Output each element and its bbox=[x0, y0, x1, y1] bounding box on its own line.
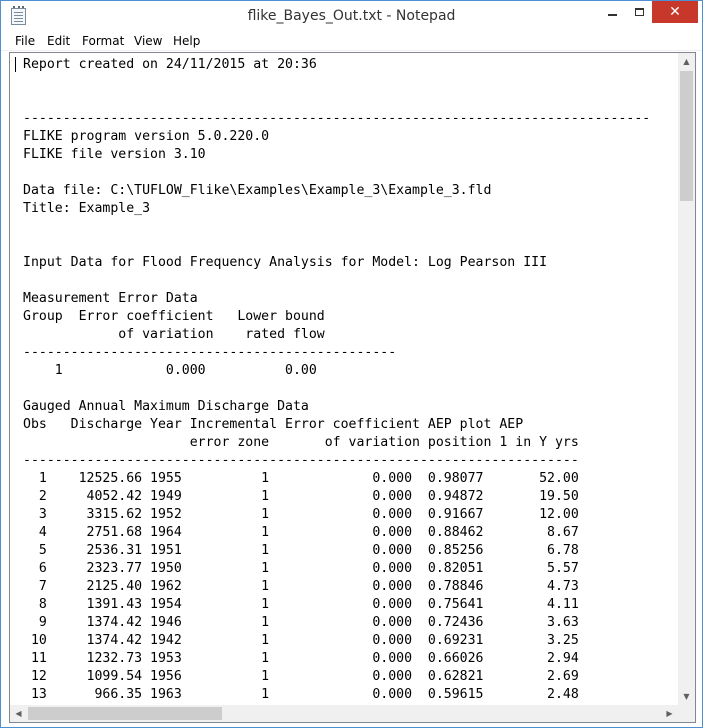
text-line: 3 3315.62 1952 1 0.000 0.91667 12.00 bbox=[23, 507, 579, 522]
text-line bbox=[23, 74, 678, 92]
menu-view[interactable]: View bbox=[134, 34, 162, 48]
horizontal-scroll-thumb[interactable] bbox=[28, 707, 222, 720]
maximize-button[interactable] bbox=[625, 1, 653, 23]
text-line: 9 1374.42 1946 1 0.000 0.72436 3.63 bbox=[23, 615, 579, 630]
menu-file[interactable]: File bbox=[15, 34, 35, 48]
scroll-up-icon[interactable]: ▲ bbox=[678, 53, 695, 70]
text-line: Group Error coefficient Lower bound bbox=[23, 309, 325, 324]
text-line: ----------------------------------------… bbox=[23, 453, 579, 468]
text-line: Title: Example_3 bbox=[23, 201, 151, 216]
text-line: Obs Discharge Year Incremental Error coe… bbox=[23, 417, 524, 432]
text-line: Measurement Error Data bbox=[23, 291, 198, 306]
notepad-window: flike_Bayes_Out.txt - Notepad ✕ File Edi… bbox=[0, 0, 703, 728]
text-line: of variation rated flow bbox=[23, 327, 325, 342]
menu-edit[interactable]: Edit bbox=[47, 34, 70, 48]
text-line bbox=[23, 380, 678, 398]
text-line bbox=[23, 164, 678, 182]
window-title: flike_Bayes_Out.txt - Notepad bbox=[247, 8, 456, 24]
text-line bbox=[23, 218, 678, 236]
text-line: 2 4052.42 1949 1 0.000 0.94872 19.50 bbox=[23, 489, 579, 504]
menu-format[interactable]: Format bbox=[82, 34, 124, 48]
text-line: Report created on 24/11/2015 at 20:36 bbox=[23, 57, 317, 72]
text-line: Input Data for Flood Frequency Analysis … bbox=[23, 255, 548, 270]
scroll-right-icon[interactable]: ▶ bbox=[661, 705, 678, 722]
menu-bar: File Edit Format View Help bbox=[1, 31, 702, 51]
scroll-down-icon[interactable]: ▼ bbox=[678, 688, 695, 705]
text-line: 6 2323.77 1950 1 0.000 0.82051 5.57 bbox=[23, 561, 579, 576]
text-line: error zone of variation position 1 in Y … bbox=[23, 435, 579, 450]
document-text[interactable]: Report created on 24/11/2015 at 20:36 ---… bbox=[10, 53, 678, 705]
text-line: Data file: C:\TUFLOW_Flike\Examples\Exam… bbox=[23, 183, 492, 198]
text-editor[interactable]: Report created on 24/11/2015 at 20:36 ---… bbox=[9, 52, 696, 723]
text-line bbox=[23, 272, 678, 290]
horizontal-scrollbar[interactable]: ◀ ▶ bbox=[10, 705, 678, 722]
text-line: 11 1232.73 1953 1 0.000 0.66026 2.94 bbox=[23, 651, 579, 666]
text-line bbox=[23, 236, 678, 254]
menu-help[interactable]: Help bbox=[173, 34, 200, 48]
size-grip bbox=[678, 705, 695, 722]
text-line: 1 0.000 0.00 bbox=[23, 363, 317, 378]
maximize-icon bbox=[634, 8, 644, 16]
close-icon: ✕ bbox=[669, 4, 681, 20]
minimize-icon bbox=[607, 14, 617, 16]
text-line: 13 966.35 1963 1 0.000 0.59615 2.48 bbox=[23, 687, 579, 702]
text-line: 1 12525.66 1955 1 0.000 0.98077 52.00 bbox=[23, 471, 579, 486]
text-line: Gauged Annual Maximum Discharge Data bbox=[23, 399, 309, 414]
title-bar[interactable]: flike_Bayes_Out.txt - Notepad ✕ bbox=[1, 1, 702, 31]
text-line: 7 2125.40 1962 1 0.000 0.78846 4.73 bbox=[23, 579, 579, 594]
vertical-scrollbar[interactable]: ▲ ▼ bbox=[678, 53, 695, 705]
text-line: 10 1374.42 1942 1 0.000 0.69231 3.25 bbox=[23, 633, 579, 648]
text-line: ----------------------------------------… bbox=[23, 345, 397, 360]
text-line: ----------------------------------------… bbox=[23, 111, 651, 126]
text-line bbox=[23, 92, 678, 110]
text-line: 12 1099.54 1956 1 0.000 0.62821 2.69 bbox=[23, 669, 579, 684]
scroll-left-icon[interactable]: ◀ bbox=[10, 705, 27, 722]
text-line: FLIKE program version 5.0.220.0 bbox=[23, 129, 270, 144]
text-line: 4 2751.68 1964 1 0.000 0.88462 8.67 bbox=[23, 525, 579, 540]
text-line: 8 1391.43 1954 1 0.000 0.75641 4.11 bbox=[23, 597, 579, 612]
text-line: 5 2536.31 1951 1 0.000 0.85256 6.78 bbox=[23, 543, 579, 558]
close-button[interactable]: ✕ bbox=[652, 1, 698, 23]
text-line: FLIKE file version 3.10 bbox=[23, 147, 206, 162]
minimize-button[interactable] bbox=[598, 1, 626, 23]
vertical-scroll-thumb[interactable] bbox=[680, 71, 693, 201]
